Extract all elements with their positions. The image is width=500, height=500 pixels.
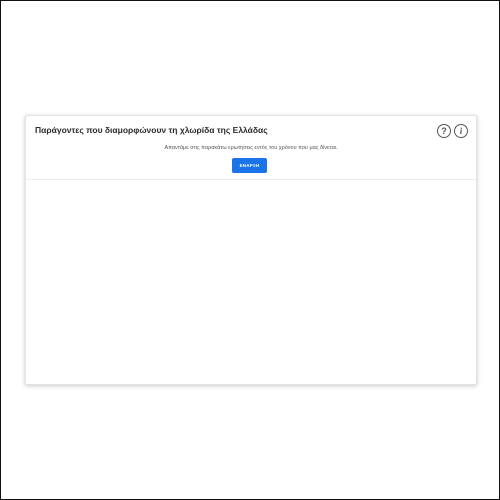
- page-frame: Παράγοντες που διαμορφώνουν τη χλωρίδα τ…: [0, 0, 500, 500]
- quiz-card: Παράγοντες που διαμορφώνουν τη χλωρίδα τ…: [25, 115, 477, 385]
- quiz-card-header: Παράγοντες που διαμορφώνουν τη χλωρίδα τ…: [26, 116, 476, 180]
- quiz-title: Παράγοντες που διαμορφώνουν τη χλωρίδα τ…: [35, 125, 268, 135]
- quiz-instructions: Απαντάμε στις παρακάτω ερωτήσεις εντός τ…: [164, 145, 338, 151]
- header-icons: ? i: [437, 124, 468, 138]
- start-button[interactable]: ΕΝΑΡΞΗ: [232, 158, 267, 173]
- info-circle-icon[interactable]: i: [454, 124, 468, 138]
- help-circle-icon[interactable]: ?: [437, 124, 451, 138]
- quiz-card-body: [26, 180, 476, 383]
